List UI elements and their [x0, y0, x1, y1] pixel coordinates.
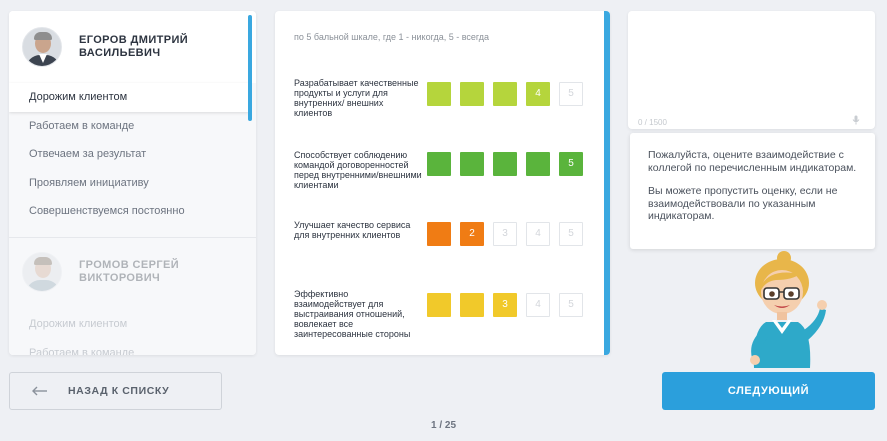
criteria-item-1[interactable]: Работаем в команде	[9, 339, 249, 355]
comment-textarea[interactable]: 0 / 1500	[628, 11, 875, 129]
rating-panel: по 5 бальной шкале, где 1 - никогда, 5 -…	[275, 11, 610, 355]
left-scrollbar[interactable]	[248, 15, 252, 121]
score-box-1[interactable]	[427, 152, 451, 176]
person-name: ЕГОРОВ ДМИТРИЙ ВАСИЛЬЕВИЧ	[79, 34, 189, 59]
score-box-5[interactable]: 5	[559, 293, 583, 317]
score-box-1[interactable]	[427, 222, 451, 246]
score-box-4[interactable]: 4	[526, 293, 550, 317]
score-box-3[interactable]: 3	[493, 222, 517, 246]
criteria-item-2[interactable]: Отвечаем за результат	[9, 140, 249, 169]
back-button-label: НАЗАД К СПИСКУ	[68, 385, 170, 397]
arrow-left-icon	[32, 386, 47, 396]
scale-hint: по 5 бальной шкале, где 1 - никогда, 5 -…	[294, 32, 490, 42]
employee-list-panel: ЕГОРОВ ДМИТРИЙ ВАСИЛЬЕВИЧ Дорожим клиент…	[9, 11, 256, 355]
microphone-icon[interactable]	[851, 115, 861, 125]
next-button[interactable]: СЛЕДУЮЩИЙ	[662, 372, 875, 410]
back-to-list-button[interactable]: НАЗАД К СПИСКУ	[9, 372, 222, 410]
criteria-list: Дорожим клиентом Работаем в команде Отве…	[9, 83, 249, 226]
score-box-2[interactable]: 2	[460, 222, 484, 246]
person-egorov[interactable]: ЕГОРОВ ДМИТРИЙ ВАСИЛЬЕВИЧ	[22, 27, 188, 67]
tip-text-2: Вы можете пропустить оценку, если не вза…	[648, 185, 838, 222]
score-box-2[interactable]	[460, 152, 484, 176]
score-boxes: 345	[427, 293, 592, 317]
score-boxes: 5	[427, 152, 592, 176]
score-box-5[interactable]: 5	[559, 152, 583, 176]
criteria-item-4[interactable]: Совершенствуемся постоянно	[9, 197, 249, 226]
score-box-2[interactable]	[460, 82, 484, 106]
person-name: ГРОМОВ СЕРГЕЙ ВИКТОРОВИЧ	[79, 259, 179, 284]
criteria-item-0[interactable]: Дорожим клиентом	[9, 310, 249, 339]
tip-box: Пожалуйста, оцените взаимодействие с кол…	[630, 133, 875, 249]
criteria-list-dim: Дорожим клиентом Работаем в команде	[9, 310, 249, 355]
question-label: Эффективно взаимодействует для выстраива…	[294, 289, 411, 339]
avatar	[22, 252, 62, 292]
criteria-item-1[interactable]: Работаем в команде	[9, 112, 249, 141]
criteria-item-0[interactable]: Дорожим клиентом	[9, 83, 249, 112]
score-box-5[interactable]: 5	[559, 82, 583, 106]
score-box-1[interactable]	[427, 293, 451, 317]
middle-scrollbar[interactable]	[604, 11, 610, 355]
score-box-4[interactable]	[526, 152, 550, 176]
score-box-4[interactable]: 4	[526, 82, 550, 106]
score-box-3[interactable]	[493, 82, 517, 106]
tip-text-1: Пожалуйста, оцените взаимодействие с кол…	[648, 149, 857, 174]
criteria-item-3[interactable]: Проявляем инициативу	[9, 169, 249, 198]
char-counter: 0 / 1500	[638, 118, 667, 127]
score-boxes: 2345	[427, 222, 592, 246]
score-box-1[interactable]	[427, 82, 451, 106]
assistant-character	[750, 251, 827, 368]
question-label: Разрабатывает качественные продукты и ус…	[294, 78, 419, 118]
score-boxes: 45	[427, 82, 592, 106]
question-label: Улучшает качество сервиса для внутренних…	[294, 220, 411, 240]
score-box-3[interactable]	[493, 152, 517, 176]
avatar	[22, 27, 62, 67]
score-box-2[interactable]	[460, 293, 484, 317]
score-box-5[interactable]: 5	[559, 222, 583, 246]
page-indicator: 1 / 25	[430, 420, 457, 431]
score-box-3[interactable]: 3	[493, 293, 517, 317]
score-box-4[interactable]: 4	[526, 222, 550, 246]
divider	[9, 237, 256, 238]
person-gromov[interactable]: ГРОМОВ СЕРГЕЙ ВИКТОРОВИЧ	[22, 252, 179, 292]
question-label: Способствует соблюдению командой договор…	[294, 150, 422, 190]
